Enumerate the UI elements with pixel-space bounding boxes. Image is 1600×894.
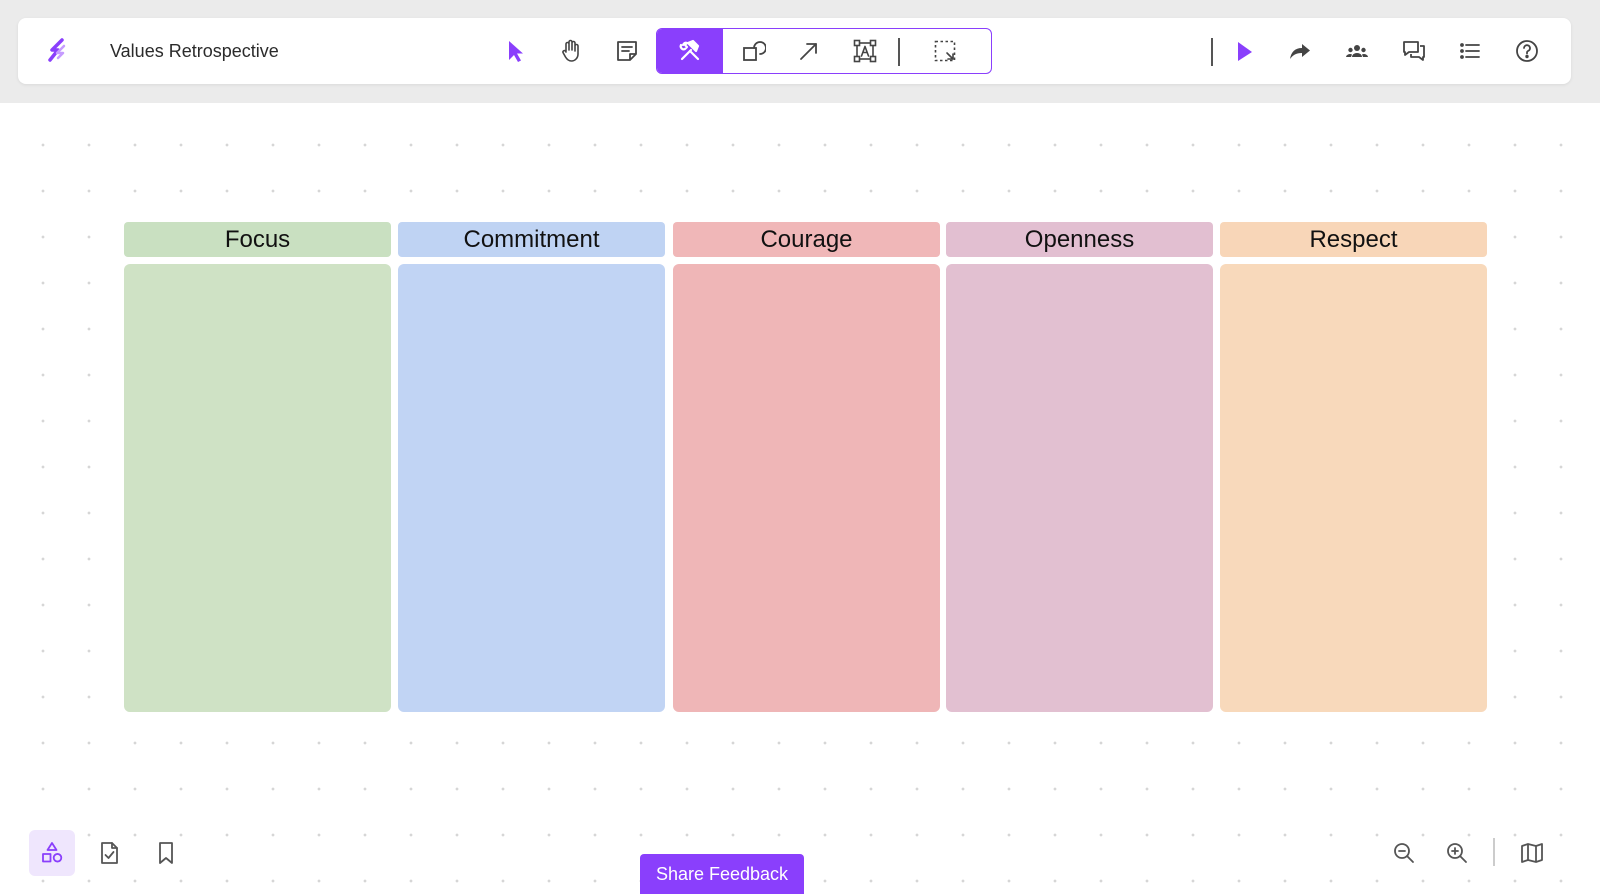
column-body-focus[interactable] [124,264,391,712]
people-icon[interactable] [1335,29,1379,73]
column-header-focus[interactable]: Focus [124,222,391,257]
sticky-note-icon[interactable] [605,29,649,73]
play-icon[interactable] [1222,29,1266,73]
document-check-icon[interactable] [86,830,132,876]
dashed-select-icon[interactable] [923,29,967,73]
column-body-openness[interactable] [946,264,1213,712]
app-logo-icon[interactable] [42,34,76,68]
shapes-library-icon[interactable] [29,830,75,876]
hand-icon[interactable] [549,29,593,73]
column-body-commitment[interactable] [398,264,665,712]
column-body-courage[interactable] [673,264,940,712]
column-header-courage[interactable]: Courage [673,222,940,257]
list-icon[interactable] [1448,29,1492,73]
bottom-separator [1493,838,1495,866]
cursor-arrow-icon[interactable] [493,29,537,73]
board-title[interactable]: Values Retrospective [110,18,279,84]
share-arrow-icon[interactable] [1278,29,1322,73]
help-circle-icon[interactable] [1505,29,1549,73]
toolbar-separator [898,38,900,66]
column-header-respect[interactable]: Respect [1220,222,1487,257]
toolbar-separator-right [1211,38,1213,66]
zoom-out-icon[interactable] [1381,830,1427,876]
column-header-commitment[interactable]: Commitment [398,222,665,257]
hammer-wrench-icon[interactable] [657,29,723,73]
share-feedback-button[interactable]: Share Feedback [640,854,804,894]
map-icon[interactable] [1509,830,1555,876]
column-header-openness[interactable]: Openness [946,222,1213,257]
column-body-respect[interactable] [1220,264,1487,712]
shapes-icon[interactable] [731,29,775,73]
top-toolbar: Values Retrospective [18,18,1571,84]
arrow-icon[interactable] [787,29,831,73]
text-box-icon[interactable] [843,29,887,73]
bookmark-icon[interactable] [143,830,189,876]
zoom-in-icon[interactable] [1434,830,1480,876]
comments-icon[interactable] [1392,29,1436,73]
